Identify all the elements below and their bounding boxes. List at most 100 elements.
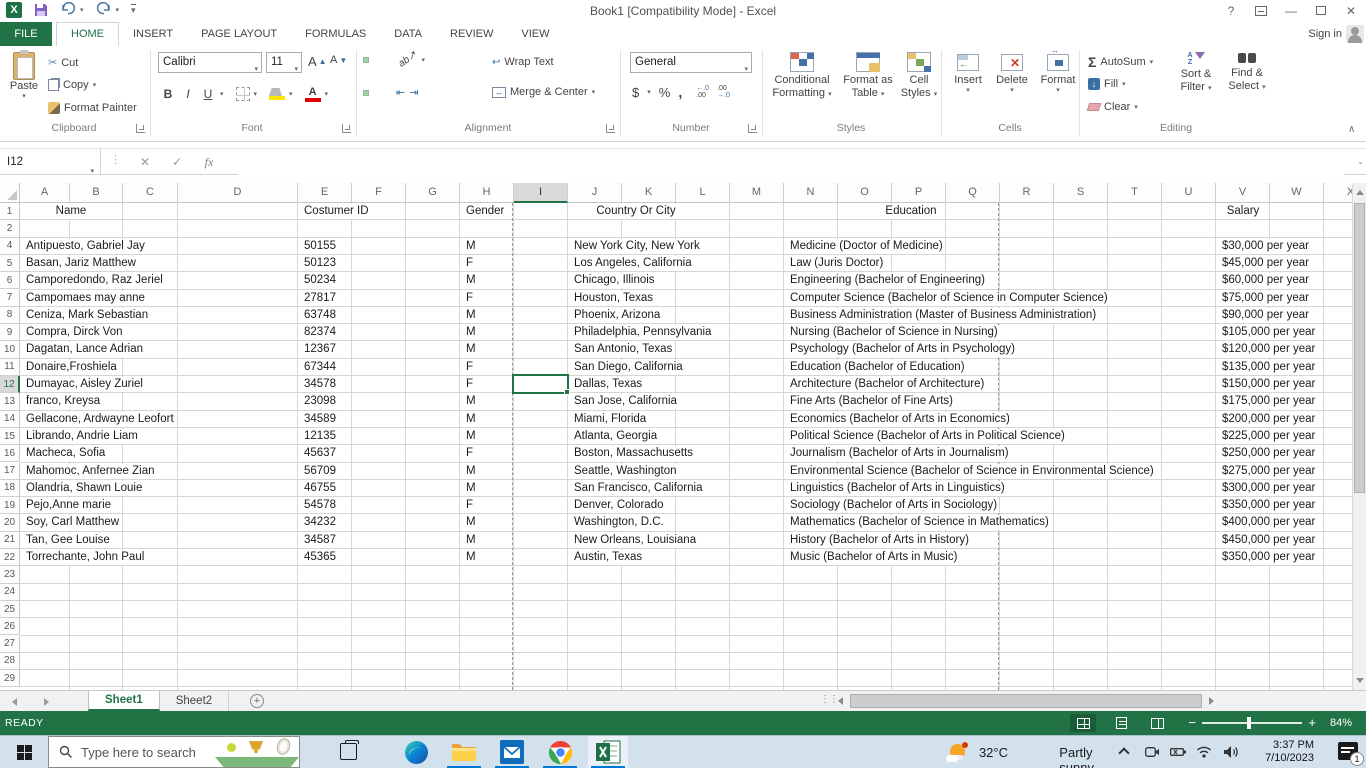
- cell[interactable]: Boston, Massachusetts: [572, 446, 695, 462]
- sheet-tab-sheet1[interactable]: Sheet1: [88, 691, 160, 711]
- column-header-O[interactable]: O: [838, 183, 892, 203]
- accounting-caret-icon[interactable]: ▾: [647, 88, 651, 96]
- column-header-B[interactable]: B: [70, 183, 123, 203]
- cell[interactable]: Country Or City: [594, 204, 678, 219]
- column-header-E[interactable]: E: [298, 183, 352, 203]
- delete-cells-button[interactable]: ✕ Delete ▾: [992, 54, 1032, 94]
- row-header-22[interactable]: 22: [0, 549, 20, 567]
- cell[interactable]: M: [464, 325, 478, 341]
- zoom-slider-thumb[interactable]: [1247, 717, 1251, 729]
- weather-temp[interactable]: 32°C: [979, 745, 1008, 760]
- column-header-M[interactable]: M: [730, 183, 784, 203]
- cell[interactable]: Basan, Jariz Matthew: [24, 255, 138, 271]
- cell[interactable]: 23098: [302, 394, 338, 410]
- cell[interactable]: 63748: [302, 307, 338, 323]
- cell[interactable]: 67344: [302, 359, 338, 375]
- cell[interactable]: Mahomoc, Anfernee Zian: [24, 463, 157, 479]
- cell[interactable]: 45365: [302, 550, 338, 565]
- cell[interactable]: Camporedondo, Raz Jeriel: [24, 273, 165, 289]
- zoom-out-button[interactable]: −: [1188, 716, 1196, 729]
- cell[interactable]: Antipuesto, Gabriel Jay: [24, 238, 147, 254]
- cell[interactable]: Mathematics (Bachelor of Science in Math…: [788, 515, 1051, 531]
- cell[interactable]: Name: [53, 204, 89, 219]
- cell[interactable]: $105,000 per year: [1220, 325, 1318, 341]
- row-header-2[interactable]: 2: [0, 220, 20, 238]
- wifi-icon[interactable]: [1196, 745, 1212, 761]
- cell[interactable]: Sociology (Bachelor of Arts in Sociology…: [788, 498, 1000, 514]
- help-button[interactable]: ?: [1216, 0, 1246, 22]
- tab-insert[interactable]: INSERT: [119, 22, 187, 46]
- column-header-D[interactable]: D: [178, 183, 298, 203]
- cell[interactable]: $350,000 per year: [1220, 550, 1318, 565]
- column-header-U[interactable]: U: [1162, 183, 1216, 203]
- column-header-V[interactable]: V: [1216, 183, 1270, 203]
- selection-fill-handle[interactable]: [564, 389, 570, 396]
- cell[interactable]: F: [464, 255, 476, 271]
- cell[interactable]: Torrechante, John Paul: [24, 550, 147, 565]
- maximize-button[interactable]: [1306, 0, 1336, 22]
- cell[interactable]: Political Science (Bachelor of Arts in P…: [788, 428, 1067, 444]
- column-header-L[interactable]: L: [676, 183, 730, 203]
- battery-icon[interactable]: [1170, 747, 1186, 760]
- scroll-up-icon[interactable]: [1356, 190, 1364, 195]
- cell[interactable]: F: [464, 290, 476, 306]
- increase-indent-icon[interactable]: ⇥: [409, 86, 418, 99]
- row-header-9[interactable]: 9: [0, 324, 20, 342]
- increase-decimal-button[interactable]: ←.0.00: [696, 85, 709, 99]
- cell[interactable]: Librando, Andrie Liam: [24, 428, 140, 444]
- cell[interactable]: F: [464, 498, 476, 514]
- font-name-combo[interactable]: Calibri ▾: [158, 52, 262, 73]
- cell[interactable]: M: [464, 394, 478, 410]
- grow-font-button[interactable]: A ▲: [308, 54, 327, 69]
- cell[interactable]: Chicago, Illinois: [572, 273, 657, 289]
- next-sheet-icon[interactable]: [44, 698, 49, 706]
- fill-button[interactable]: ↓ Fill ▾: [1088, 78, 1126, 90]
- orientation-button[interactable]: ab↗: [397, 49, 419, 69]
- cell[interactable]: Gellacone, Ardwayne Leofort: [24, 411, 176, 427]
- column-header-T[interactable]: T: [1108, 183, 1162, 203]
- horizontal-scroll-thumb[interactable]: [850, 694, 1202, 708]
- horizontal-scrollbar[interactable]: [838, 694, 1214, 708]
- zoom-level[interactable]: 84%: [1330, 717, 1352, 729]
- font-dialog-launcher[interactable]: [342, 124, 351, 133]
- underline-caret-icon[interactable]: ▾: [220, 90, 224, 98]
- row-header-19[interactable]: 19: [0, 497, 20, 515]
- scroll-down-icon[interactable]: [1356, 678, 1364, 683]
- row-header-7[interactable]: 7: [0, 289, 20, 307]
- cell[interactable]: Costumer ID: [302, 204, 371, 219]
- cell[interactable]: M: [464, 307, 478, 323]
- account-avatar-icon[interactable]: [1346, 25, 1364, 43]
- cell[interactable]: 56709: [302, 463, 338, 479]
- cell[interactable]: Environmental Science (Bachelor of Scien…: [788, 463, 1156, 479]
- column-header-R[interactable]: R: [1000, 183, 1054, 203]
- cell[interactable]: Journalism (Bachelor of Arts in Journali…: [788, 446, 1011, 462]
- start-button[interactable]: [0, 736, 48, 768]
- column-header-I[interactable]: I: [514, 183, 568, 203]
- cell[interactable]: 45637: [302, 446, 338, 462]
- align-right-button[interactable]: [380, 91, 384, 95]
- cell[interactable]: Education: [883, 204, 939, 219]
- cell[interactable]: Olandria, Shawn Louie: [24, 480, 145, 496]
- column-header-F[interactable]: F: [352, 183, 406, 203]
- row-header-4[interactable]: 4: [0, 237, 20, 255]
- row-header-18[interactable]: 18: [0, 479, 20, 498]
- borders-icon[interactable]: [235, 87, 250, 101]
- cell[interactable]: 34232: [302, 515, 338, 531]
- new-sheet-button[interactable]: +: [250, 694, 264, 708]
- tab-view[interactable]: VIEW: [507, 22, 563, 46]
- cell[interactable]: Linguistics (Bachelor of Arts in Linguis…: [788, 480, 1007, 496]
- taskbar-chrome-icon[interactable]: [540, 736, 580, 768]
- row-header-29[interactable]: 29: [0, 670, 20, 688]
- cell[interactable]: San Jose, California: [572, 394, 679, 410]
- align-middle-button[interactable]: [372, 58, 376, 62]
- vertical-scrollbar[interactable]: [1352, 183, 1366, 690]
- cell[interactable]: 50155: [302, 238, 338, 254]
- cell[interactable]: Fine Arts (Bachelor of Fine Arts): [788, 394, 955, 410]
- decrease-indent-icon[interactable]: ⇤: [396, 86, 405, 99]
- italic-button[interactable]: I: [180, 87, 196, 101]
- align-left-button[interactable]: [363, 89, 369, 96]
- cell[interactable]: M: [464, 532, 478, 548]
- column-header-X[interactable]: X: [1324, 183, 1352, 203]
- enter-formula-button[interactable]: ✓: [164, 149, 190, 175]
- cell[interactable]: New Orleans, Louisiana: [572, 532, 699, 548]
